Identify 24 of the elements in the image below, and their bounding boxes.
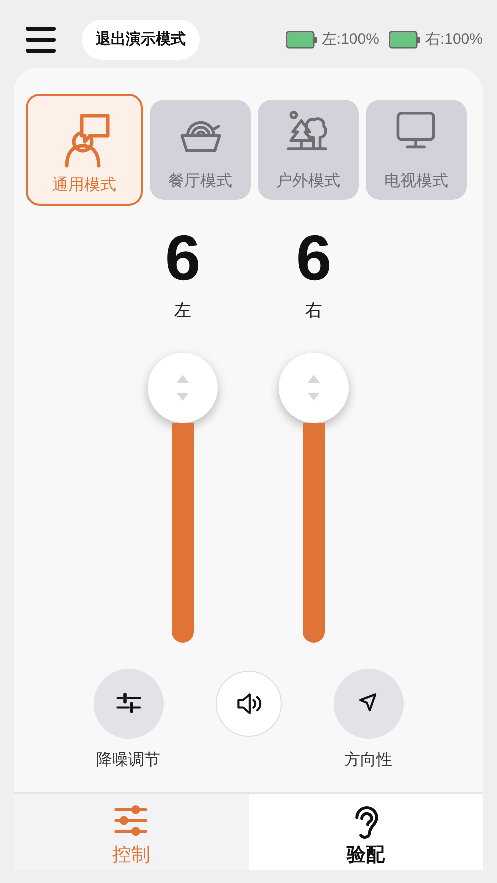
mode-tile[interactable]: 户外模式	[258, 100, 359, 200]
nav-tab[interactable]: 验配	[248, 794, 483, 870]
level-number: 6	[165, 226, 201, 290]
battery-icon	[286, 31, 318, 49]
control-label: 降噪调节	[96, 750, 160, 770]
up-down-icon	[176, 372, 190, 402]
slider-thumb[interactable]	[279, 352, 349, 422]
slider-track[interactable]	[303, 422, 325, 642]
control-label: 方向性	[344, 750, 392, 770]
channel-label: 左	[174, 300, 192, 322]
battery-icon	[389, 31, 422, 49]
menu-icon[interactable]	[26, 26, 56, 54]
battery-label: 左:100%	[322, 30, 380, 50]
exit-demo-button[interactable]: 退出演示模式	[82, 20, 200, 60]
slider-thumb[interactable]	[148, 352, 218, 422]
level-number: 6	[296, 226, 332, 290]
mode-tile[interactable]: 电视模式	[366, 100, 467, 200]
mode-tile[interactable]: 通用模式	[26, 94, 143, 206]
mode-tile[interactable]: 餐厅模式	[150, 100, 251, 200]
channel-label: 右	[306, 300, 322, 322]
battery-label: 右:100%	[425, 30, 483, 50]
up-down-icon	[307, 372, 321, 402]
slider-track[interactable]	[172, 422, 194, 642]
nav-tab[interactable]: 控制	[14, 794, 248, 870]
